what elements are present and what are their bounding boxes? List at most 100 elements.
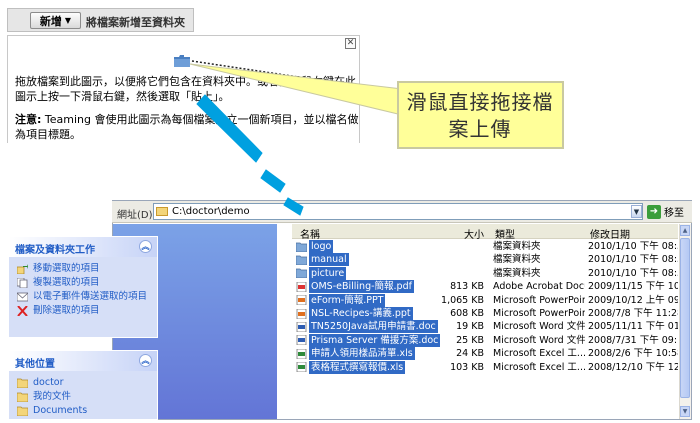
ppt-file-icon [296,308,307,319]
move-icon [17,264,28,274]
folder-icon [17,406,28,416]
note-text: Teaming 會使用此圖示為每個檔案建立一個新項目，並以檔名做為項目標題。 [15,113,359,141]
file-name-cell[interactable]: logo [296,240,334,253]
file-name-cell[interactable]: NSL-Recipes-講義.ppt [296,307,413,320]
place-documents[interactable]: Documents [9,405,157,417]
chevron-down-icon: ▼ [64,16,72,25]
folder-icon [17,392,28,402]
address-value: C:\doctor\demo [172,206,250,217]
column-type[interactable]: 類型 [495,226,515,241]
file-name: 表格程式撰寫報價.xls [309,360,406,374]
file-name-cell[interactable]: TN5250Java試用申請書.doc [296,320,438,334]
task-move[interactable]: 移動選取的項目 [9,263,157,275]
file-type: 檔案資料夾 [493,267,541,279]
file-modified: 2008/7/8 下午 11:28 [588,308,678,319]
collapse-icon[interactable]: ︽ [139,354,152,367]
folder-icon [17,378,28,388]
table-row[interactable]: manual 檔案資料夾 2010/1/10 下午 08:54 [292,253,678,267]
note-label: 注意: [15,113,42,126]
word-file-icon [296,335,307,346]
file-list-gutter [279,224,292,419]
file-modified: 2008/12/10 下午 12:... [588,361,678,373]
file-type: Microsoft PowerPoin... [493,308,585,319]
callout-text: 滑鼠直接拖接檔 案上傳 [400,89,560,143]
file-size: 24 KB [456,348,484,360]
file-type: 檔案資料夾 [493,254,541,266]
task-delete[interactable]: 刪除選取的項目 [9,305,157,317]
file-modified: 2009/11/15 下午 10:... [588,281,678,293]
pdf-file-icon [296,281,307,292]
scroll-down-button[interactable]: ▼ [680,406,690,417]
file-name-cell[interactable]: OMS-eBilling-簡報.pdf [296,280,414,294]
file-modified: 2005/11/11 下午 01:... [588,321,678,333]
task-email-label: 以電子郵件傳送選取的項目 [33,291,148,302]
excel-file-icon [296,348,307,359]
file-name-cell[interactable]: manual [296,253,349,267]
file-size: 25 KB [456,334,484,346]
other-places-panel: 其他位置 ︽ doctor 我的文件 Documents [8,350,158,420]
tasks-title: 檔案及資料夾工作 [15,245,95,256]
file-type: Adobe Acrobat Docu... [493,281,585,293]
place-my-documents[interactable]: 我的文件 [9,391,157,403]
scroll-up-button[interactable]: ▲ [680,225,690,236]
task-copy-label: 複製選取的項目 [33,277,100,288]
file-folder-tasks-panel: 檔案及資料夾工作 ︽ 移動選取的項目 複製選取的項目 以電子郵件傳送選取的項目 … [8,236,158,338]
file-name-cell[interactable]: 申請人領用樣品清單.xls [296,347,415,361]
drop-target-folder-icon[interactable] [174,55,190,67]
column-header: 名稱 大小 類型 修改日期 [292,224,678,241]
copy-icon [17,278,28,288]
file-type: Microsoft PowerPoin... [493,294,585,306]
file-size: 813 KB [450,281,484,293]
file-size: 1,065 KB [441,294,484,306]
address-field[interactable]: C:\doctor\demo [153,203,643,220]
file-type: Microsoft Excel 工... [493,361,585,373]
close-icon[interactable]: ✕ [345,38,356,49]
tab-add-file-to-folder[interactable]: 將檔案新增至資料夾 [86,14,185,30]
file-modified: 2010/1/10 下午 08:50 [588,241,678,252]
task-copy[interactable]: 複製選取的項目 [9,277,157,289]
places-title: 其他位置 [15,359,55,370]
file-name-cell[interactable]: picture [296,266,347,280]
go-button[interactable]: ➜ 移至 [647,203,684,220]
collapse-icon[interactable]: ︽ [139,240,152,253]
file-modified: 2008/2/6 下午 10:58 [588,348,678,360]
file-size: 608 KB [450,308,484,319]
task-move-label: 移動選取的項目 [33,263,100,274]
task-email[interactable]: 以電子郵件傳送選取的項目 [9,291,157,303]
callout-line-2: 案上傳 [448,117,512,141]
table-row[interactable]: NSL-Recipes-講義.ppt 608 KB Microsoft PowerP… [292,307,678,320]
table-row[interactable]: 表格程式撰寫報價.xls 103 KB Microsoft Excel 工... 20… [292,360,678,374]
file-type: Microsoft Word 文件 [493,321,585,333]
address-dropdown-button[interactable]: ▼ [631,205,642,218]
table-row[interactable]: logo 檔案資料夾 2010/1/10 下午 08:50 [292,240,678,253]
table-row[interactable]: 申請人領用樣品清單.xls 24 KB Microsoft Excel 工... 20… [292,347,678,361]
file-name-cell[interactable]: 表格程式撰寫報價.xls [296,360,406,374]
table-row[interactable]: eForm-簡報.PPT 1,065 KB Microsoft PowerPoin.… [292,293,678,307]
file-folder-tasks-header[interactable]: 檔案及資料夾工作 ︽ [9,237,157,257]
word-file-icon [296,321,307,332]
other-places-header[interactable]: 其他位置 ︽ [9,351,157,371]
scroll-thumb[interactable] [680,238,690,398]
file-modified: 2008/7/31 下午 09:13 [588,334,678,346]
file-name: manual [309,253,349,267]
new-button[interactable]: 新增 ▼ [30,12,81,29]
table-row[interactable]: Prisma Server 備援方案.doc 25 KB Microsoft Wor… [292,333,678,347]
table-row[interactable]: OMS-eBilling-簡報.pdf 813 KB Adobe Acrobat D… [292,280,678,294]
file-name-cell[interactable]: Prisma Server 備援方案.doc [296,333,441,347]
table-row[interactable]: TN5250Java試用申請書.doc 19 KB Microsoft Word 文… [292,320,678,334]
file-name: TN5250Java試用申請書.doc [309,320,438,334]
file-modified: 2010/1/10 下午 08:54 [588,254,678,266]
file-name: logo [309,240,334,253]
file-modified: 2010/1/10 下午 08:53 [588,267,678,279]
file-name: eForm-簡報.PPT [309,293,386,307]
file-type: Microsoft Word 文件 [493,334,585,346]
column-modified[interactable]: 修改日期 [590,226,630,241]
file-name-cell[interactable]: eForm-簡報.PPT [296,293,386,307]
table-row[interactable]: picture 檔案資料夾 2010/1/10 下午 08:53 [292,266,678,280]
place-doctor[interactable]: doctor [9,377,157,389]
folder-icon [296,255,307,265]
place-doctor-label: doctor [33,377,64,388]
column-name[interactable]: 名稱 [300,226,320,241]
column-size[interactable]: 大小 [464,226,484,241]
drop-instructions: 拖放檔案到此圖示，以便將它們包含在資料夾中。或者按滑鼠右鍵在此圖示上按一下滑鼠右… [15,75,356,103]
